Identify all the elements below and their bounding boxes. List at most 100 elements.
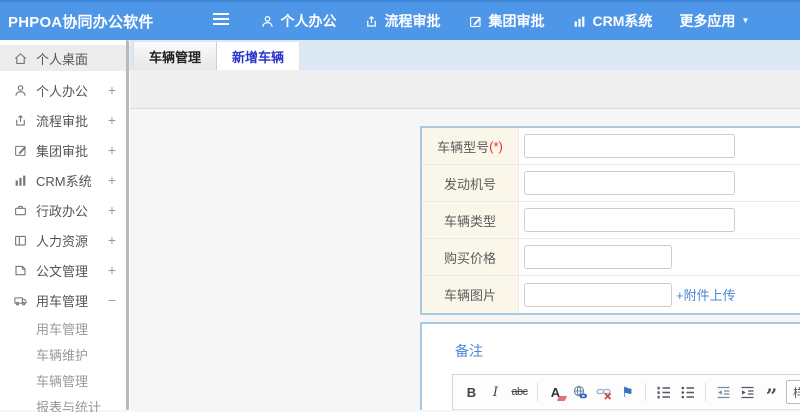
link-button[interactable] <box>570 381 589 403</box>
tab-bar: 车辆管理 新增车辆 <box>130 40 800 70</box>
expand-plus-icon[interactable]: + <box>108 202 116 218</box>
indent-icon <box>741 386 754 398</box>
tab-label: 车辆管理 <box>149 49 202 65</box>
sidebar-item-personal-office[interactable]: 个人办公 + <box>0 75 130 105</box>
outdent-button[interactable] <box>714 381 733 403</box>
vehicle-type-input[interactable] <box>524 208 735 232</box>
rich-text-editor: B I abc A ⚑ ” 样 <box>452 374 800 410</box>
person-icon <box>260 14 275 29</box>
sidebar-item-group-approval[interactable]: 集团审批 + <box>0 135 130 165</box>
sidebar-item-vehicle-management[interactable]: 用车管理 − <box>0 285 130 315</box>
sidebar-item-workflow-approval[interactable]: 流程审批 + <box>0 105 130 135</box>
sidebar-item-label: 个人办公 <box>36 83 89 99</box>
expand-plus-icon[interactable]: + <box>108 172 116 188</box>
sidebar-item-personal-desktop[interactable]: 个人桌面 <box>0 45 130 71</box>
indent-button[interactable] <box>738 381 757 403</box>
sidebar-item-label: 个人桌面 <box>36 51 89 67</box>
collapse-minus-icon[interactable]: − <box>108 292 116 308</box>
link-icon <box>573 385 587 398</box>
toolbar-separator <box>705 383 706 401</box>
app-logo: PHPOA协同办公软件 <box>8 13 154 31</box>
sidebar-item-document-management[interactable]: 公文管理 + <box>0 255 130 285</box>
expand-plus-icon[interactable]: + <box>108 232 116 248</box>
sidebar-item-admin-office[interactable]: 行政办公 + <box>0 195 130 225</box>
vehicle-image-input[interactable] <box>524 282 672 307</box>
vehicle-model-input[interactable] <box>524 134 735 158</box>
content-toolbar-strip <box>130 70 800 109</box>
submenu-item-vehicle-management[interactable]: 车辆管理 <box>0 367 130 393</box>
unlink-button[interactable] <box>594 381 613 403</box>
top-bar: PHPOA协同办公软件 个人办公 流程审批 集团审批 CRM系统 更多应用 ▼ <box>0 0 800 40</box>
book-icon <box>12 232 28 248</box>
vehicle-form-panel: 车辆型号 (*) 发动机号 车辆类型 购买价格 车辆图片 +附件上传 <box>420 126 800 315</box>
engine-number-input[interactable] <box>524 171 735 195</box>
form-row-engine-number: 发动机号 <box>422 165 800 202</box>
nav-label: CRM系统 <box>592 13 653 29</box>
sidebar-item-label: CRM系统 <box>36 173 92 189</box>
nav-label: 集团审批 <box>488 13 545 29</box>
nav-group-approval[interactable]: 集团审批 <box>468 11 545 31</box>
nav-crm-system[interactable]: CRM系统 <box>572 11 653 31</box>
field-label: 购买价格 <box>422 239 519 275</box>
expand-plus-icon[interactable]: + <box>108 82 116 98</box>
expand-plus-icon[interactable]: + <box>108 262 116 278</box>
nav-label: 流程审批 <box>384 13 441 29</box>
remove-format-button[interactable]: A <box>546 381 568 403</box>
edit-icon <box>468 14 483 29</box>
home-icon <box>12 50 28 66</box>
hamburger-menu-button[interactable] <box>212 12 230 31</box>
hamburger-icon <box>212 12 230 31</box>
edit-icon <box>12 142 28 158</box>
eraser-icon <box>556 396 568 401</box>
sidebar-item-label: 集团审批 <box>36 143 89 159</box>
nav-personal-office[interactable]: 个人办公 <box>260 11 337 31</box>
main-area: 车辆管理 新增车辆 车辆型号 (*) 发动机号 车辆类型 购买价格 车辆图片 +… <box>130 40 800 410</box>
bold-button[interactable]: B <box>462 381 481 403</box>
submenu-label: 车辆维护 <box>36 347 89 363</box>
notes-panel: 备注 B I abc A ⚑ ” 样 <box>420 322 800 410</box>
submenu-item-reports-statistics[interactable]: 报表与统计 <box>0 393 130 412</box>
strikethrough-button[interactable]: abc <box>510 381 529 403</box>
submenu-label: 用车管理 <box>36 321 89 337</box>
top-navigation: 个人办公 流程审批 集团审批 CRM系统 更多应用 ▼ <box>260 11 749 31</box>
purchase-price-input[interactable] <box>524 245 672 269</box>
anchor-flag-button[interactable]: ⚑ <box>618 381 637 403</box>
blockquote-button[interactable]: ” <box>762 381 781 408</box>
document-icon <box>12 262 28 278</box>
sidebar-item-crm-system[interactable]: CRM系统 + <box>0 165 130 195</box>
submenu-label: 报表与统计 <box>36 399 102 412</box>
briefcase-icon <box>12 202 28 218</box>
style-dropdown[interactable]: 样式 ▼ <box>786 380 800 404</box>
expand-plus-icon[interactable]: + <box>108 142 116 158</box>
truck-icon <box>12 292 28 308</box>
numbered-list-button[interactable] <box>654 381 673 403</box>
bulleted-list-button[interactable] <box>678 381 697 403</box>
submenu-item-vehicle-maintenance[interactable]: 车辆维护 <box>0 341 130 367</box>
bar-chart-icon <box>12 172 28 188</box>
bar-chart-icon <box>572 14 587 29</box>
editor-toolbar: B I abc A ⚑ ” 样 <box>453 375 800 410</box>
upload-icon <box>364 14 379 29</box>
tab-vehicle-management[interactable]: 车辆管理 <box>133 42 218 70</box>
sidebar-item-label: 行政办公 <box>36 203 89 219</box>
sidebar-item-label: 公文管理 <box>36 263 89 279</box>
sidebar-item-label: 流程审批 <box>36 113 89 129</box>
field-label: 车辆型号 (*) <box>422 128 519 164</box>
expand-plus-icon[interactable]: + <box>108 112 116 128</box>
attachment-upload-link[interactable]: +附件上传 <box>676 285 736 304</box>
content-body: 车辆型号 (*) 发动机号 车辆类型 购买价格 车辆图片 +附件上传 备注 B … <box>130 109 800 410</box>
nav-label: 更多应用 <box>679 13 736 29</box>
italic-button[interactable]: I <box>486 381 505 403</box>
toolbar-separator <box>537 383 538 401</box>
submenu-item-vehicle-use[interactable]: 用车管理 <box>0 315 130 341</box>
nav-more-apps[interactable]: 更多应用 ▼ <box>679 11 749 31</box>
sidebar-scrollbar[interactable] <box>126 40 129 410</box>
field-label: 车辆类型 <box>422 202 519 238</box>
person-icon <box>12 82 28 98</box>
toolbar-separator <box>645 383 646 401</box>
nav-workflow-approval[interactable]: 流程审批 <box>364 11 441 31</box>
form-row-purchase-price: 购买价格 <box>422 239 800 276</box>
sidebar-item-human-resources[interactable]: 人力资源 + <box>0 225 130 255</box>
tab-add-vehicle[interactable]: 新增车辆 <box>217 42 301 70</box>
outdent-icon <box>717 386 730 398</box>
